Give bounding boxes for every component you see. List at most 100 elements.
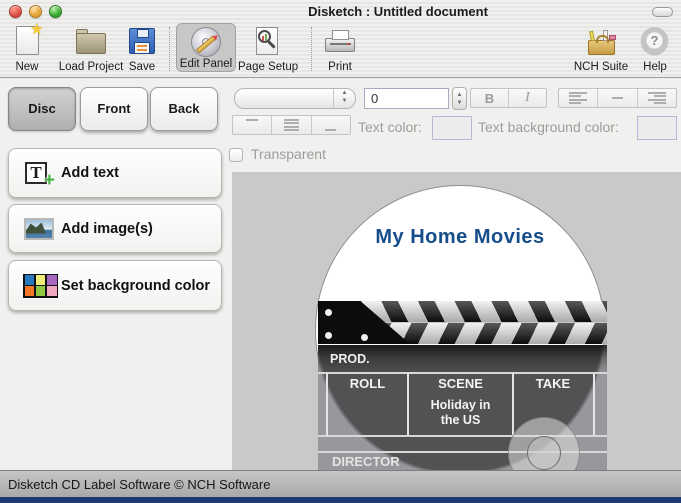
align-left-button[interactable] (559, 89, 598, 107)
save-floppy-icon (129, 28, 155, 54)
toolbar-help-label: Help (636, 61, 674, 73)
align-center-icon (608, 92, 626, 104)
tab-disc-label: Disc (28, 101, 55, 116)
floppy-shutter (137, 29, 149, 38)
toolbar-toggle-button[interactable] (652, 7, 673, 17)
toolbar-separator (169, 27, 170, 71)
tab-front-label: Front (97, 101, 130, 116)
design-canvas[interactable]: My Home Movies PROD. ROLL SCENE TAKE Hol… (232, 172, 681, 470)
toolbar-new-label: New (6, 61, 48, 73)
text-background-color-well[interactable] (637, 116, 677, 140)
add-images-button[interactable]: Add image(s) (8, 204, 222, 253)
font-size-stepper[interactable]: ▲ ▼ (452, 87, 467, 110)
disketch-window: Disketch : Untitled document ★ New Load … (0, 0, 681, 503)
title-bar[interactable]: Disketch : Untitled document (0, 0, 681, 22)
clapperboard-image[interactable]: PROD. ROLL SCENE TAKE Holiday in the US … (318, 301, 607, 470)
window-chrome: Disketch : Untitled document ★ New Load … (0, 0, 681, 78)
question-mark-glyph: ? (651, 33, 659, 48)
vertical-align-group (232, 115, 351, 135)
toolbar-help-button[interactable]: ? Help (636, 24, 674, 74)
align-top-icon (243, 119, 261, 131)
font-size-input[interactable]: 0 (364, 88, 449, 109)
align-bottom-icon (322, 119, 340, 131)
close-window-button[interactable] (9, 5, 22, 18)
board-line (318, 372, 607, 374)
toolbar-load-project-label: Load Project (52, 61, 130, 73)
director-label: DIRECTOR (332, 454, 400, 469)
toolbar-load-project-button[interactable]: Load Project (52, 24, 130, 74)
star-icon: ★ (30, 20, 43, 38)
minimize-window-button[interactable] (29, 5, 42, 18)
take-label: TAKE (514, 376, 592, 391)
letter-t-glyph: T (30, 163, 41, 182)
up-arrow-icon: ▲ (334, 89, 355, 97)
toolbar-edit-panel-button[interactable]: Edit Panel (176, 23, 236, 72)
toolbar-save-label: Save (127, 61, 157, 73)
scene-value-line2: the US (441, 413, 481, 427)
align-right-button[interactable] (638, 89, 676, 107)
toolbar-nch-suite-label: NCH Suite (572, 61, 630, 73)
tab-disc[interactable]: Disc (8, 87, 76, 131)
text-tool-icon: T + (25, 162, 47, 184)
tab-back[interactable]: Back (150, 87, 218, 131)
tab-back-label: Back (168, 101, 199, 116)
zoom-window-button[interactable] (49, 5, 62, 18)
magnifier-icon (258, 30, 271, 43)
window-title: Disketch : Untitled document (298, 4, 498, 19)
down-arrow-icon: ▼ (453, 99, 466, 107)
text-color-well[interactable] (432, 116, 472, 140)
printer-icon (325, 38, 355, 52)
toolbar-nch-suite-button[interactable]: NCH Suite (572, 24, 630, 74)
green-plus-glyph: + (44, 174, 55, 188)
sidebar: Disc Front Back T + Add text Add image(s… (0, 78, 232, 470)
font-select-stepper[interactable]: ▲ ▼ (333, 89, 355, 108)
font-select[interactable]: ▲ ▼ (234, 88, 356, 109)
status-bar-text: Disketch CD Label Software © NCH Softwar… (8, 477, 270, 492)
font-size-value: 0 (371, 91, 378, 106)
folder-icon (76, 33, 106, 54)
italic-label: I (525, 90, 530, 106)
set-background-color-button[interactable]: Set background color (8, 260, 222, 311)
disc-center-hole (527, 436, 561, 470)
text-background-color-label: Text background color: (478, 119, 619, 135)
add-text-button[interactable]: T + Add text (8, 148, 222, 198)
toolbar-separator (311, 27, 312, 71)
table-border (593, 373, 595, 435)
toolbar-print-button[interactable]: Print (322, 24, 358, 74)
up-arrow-icon: ▲ (453, 91, 466, 99)
transparent-checkbox-label: Transparent (251, 146, 326, 162)
floppy-label (134, 42, 150, 53)
text-color-label: Text color: (358, 119, 422, 135)
disc-title-text[interactable]: My Home Movies (315, 226, 605, 249)
photo-icon (24, 218, 54, 240)
transparent-checkbox[interactable] (229, 148, 243, 162)
toolbar-page-setup-button[interactable]: Page Setup (238, 24, 298, 74)
prod-label: PROD. (330, 352, 370, 366)
bottom-accent-strip (0, 497, 681, 503)
scene-value-text[interactable]: Holiday in the US (409, 398, 512, 428)
italic-button[interactable]: I (509, 89, 546, 107)
scene-value-line1: Holiday in (431, 398, 491, 412)
status-bar: Disketch CD Label Software © NCH Softwar… (0, 470, 681, 497)
bold-italic-group: B I (470, 88, 547, 108)
color-palette-icon (23, 274, 58, 298)
align-middle-button[interactable] (272, 116, 311, 134)
help-lifering-icon: ? (641, 27, 668, 54)
roll-label: ROLL (328, 376, 407, 391)
horizontal-align-group (558, 88, 677, 108)
down-arrow-icon: ▼ (334, 97, 355, 105)
toolbar-save-button[interactable]: Save (127, 24, 157, 74)
toolbar-page-setup-label: Page Setup (238, 61, 298, 73)
align-center-button[interactable] (598, 89, 637, 107)
toolbar-new-button[interactable]: ★ New (6, 24, 48, 74)
toolbar-print-label: Print (322, 61, 358, 73)
set-background-color-label: Set background color (61, 278, 210, 294)
tab-front[interactable]: Front (80, 87, 148, 131)
align-top-button[interactable] (233, 116, 272, 134)
align-bottom-button[interactable] (312, 116, 350, 134)
align-middle-icon (282, 119, 300, 131)
toolbox-icon (588, 40, 615, 55)
bold-label: B (485, 91, 494, 106)
add-images-label: Add image(s) (61, 221, 153, 237)
bold-button[interactable]: B (471, 89, 509, 107)
